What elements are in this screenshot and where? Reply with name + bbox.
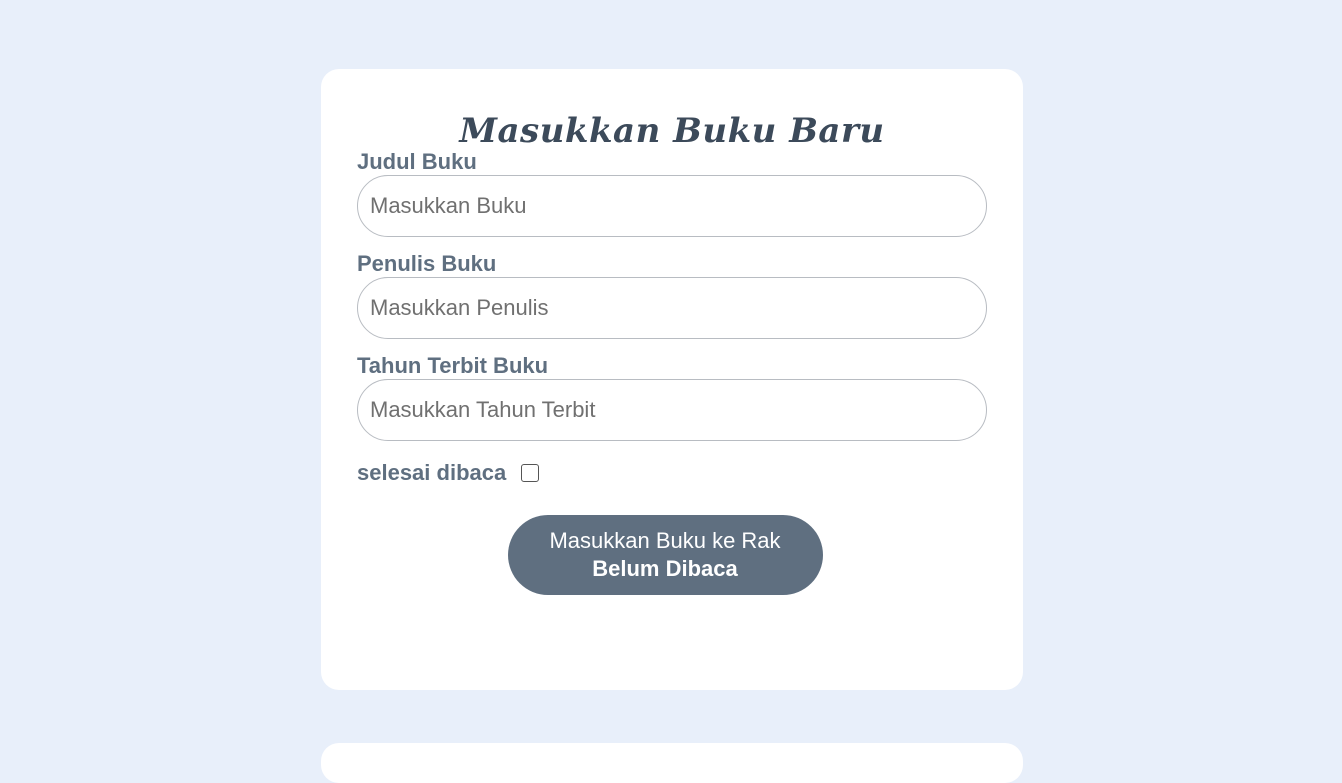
year-label: Tahun Terbit Buku — [357, 353, 549, 378]
form-title: Masukkan Buku Baru — [459, 111, 885, 151]
submit-wrapper: Masukkan Buku ke Rak Belum Dibaca — [357, 515, 987, 595]
title-field: Judul Buku — [357, 149, 987, 237]
year-input[interactable] — [357, 379, 987, 441]
submit-book-button[interactable]: Masukkan Buku ke Rak Belum Dibaca — [507, 515, 823, 595]
author-field: Penulis Buku — [357, 251, 987, 339]
author-label: Penulis Buku — [357, 251, 497, 276]
title-label: Judul Buku — [357, 149, 477, 174]
next-section-card — [321, 743, 1023, 783]
author-input[interactable] — [357, 277, 987, 339]
finished-reading-checkbox[interactable] — [521, 464, 540, 482]
year-field: Tahun Terbit Buku — [357, 353, 987, 441]
submit-button-line2: Belum Dibaca — [592, 556, 738, 581]
title-input[interactable] — [357, 175, 987, 237]
submit-button-line1: Masukkan Buku ke Rak — [549, 528, 781, 553]
finished-reading-row: selesai dibaca — [357, 453, 987, 493]
add-book-form-card: Masukkan Buku Baru Judul Buku Penulis Bu… — [321, 69, 1023, 690]
finished-reading-label: selesai dibaca — [357, 460, 507, 485]
